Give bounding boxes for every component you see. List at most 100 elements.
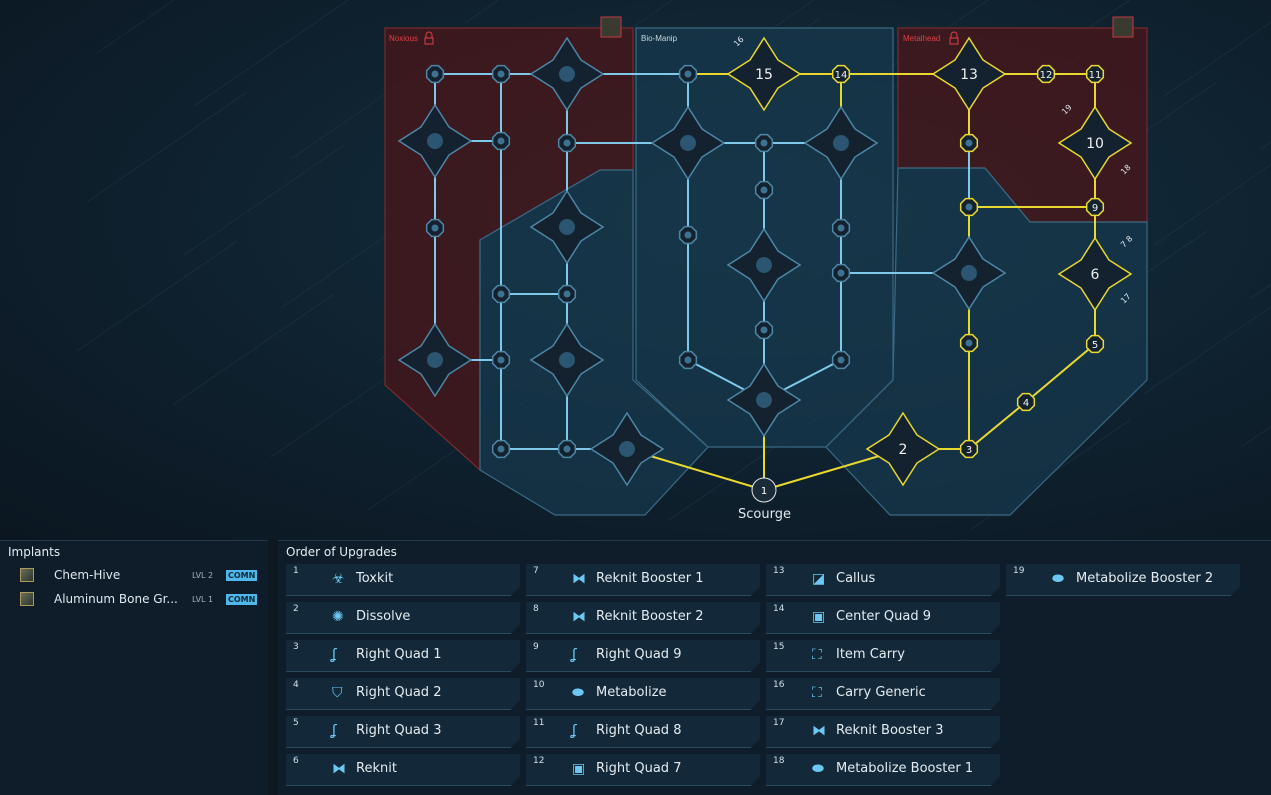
implant-slot-icon [1112,16,1134,38]
dna-icon: ⧓ [572,609,586,625]
streak [86,91,248,203]
upgrade-item[interactable]: 15 ⛶ Item Carry [766,640,1000,672]
streak [1153,164,1271,246]
upgrade-item[interactable]: 5 ʆ Right Quad 3 [286,716,520,748]
upgrade-item[interactable]: 6 ⧓ Reknit [286,754,520,786]
order-title: Order of Upgrades [286,545,397,559]
upgrade-number: 3 [293,642,299,652]
upgrade-label: Right Quad 2 [356,685,442,700]
upgrade-label: Metabolize Booster 2 [1076,571,1214,586]
implant-item[interactable]: Chem-Hive LVL 2 COMN [8,565,258,585]
upgrade-label: Right Quad 7 [596,761,682,776]
pill-icon: ⬬ [1052,571,1064,587]
upgrade-label: Right Quad 9 [596,647,682,662]
chip-icon: ▣ [572,761,586,777]
node-number: 11 [1089,70,1102,81]
upgrade-item[interactable]: 4 ⛉ Right Quad 2 [286,678,520,710]
muscle-icon: ʆ [572,647,577,663]
upgrade-item[interactable]: 7 ⧓ Reknit Booster 1 [526,564,760,596]
node-stat-icon [497,445,505,453]
upgrade-item[interactable]: 13 ◪ Callus [766,564,1000,596]
node-stat-icon [965,203,973,211]
order-panel: Order of Upgrades 1 ☣ Toxkit 2 ✺ Dissolve 3 ʆ Ri… [278,540,1271,795]
node-stat-icon [497,290,505,298]
upgrade-item[interactable]: 18 ⬬ Metabolize Booster 1 [766,754,1000,786]
upgrade-label: Right Quad 1 [356,647,442,662]
implant-item[interactable]: Aluminum Bone Gr... LVL 1 COMN [8,589,258,609]
upgrade-item[interactable]: 8 ⧓ Reknit Booster 2 [526,602,760,634]
upgrade-label: Center Quad 9 [836,609,931,624]
node-stat-icon [497,70,505,78]
streak [76,240,238,352]
implant-name: Chem-Hive [54,568,121,582]
implants-title: Implants [8,545,61,559]
upgrade-label: Reknit Booster 2 [596,609,704,624]
node-stat-icon [965,339,973,347]
node-stat-icon [837,224,845,232]
node-ability-icon [559,66,575,82]
upgrade-label: Carry Generic [836,685,926,700]
muscle-icon: ʆ [332,723,337,739]
upgrade-label: Item Carry [836,647,905,662]
upgrade-item[interactable]: 12 ▣ Right Quad 7 [526,754,760,786]
node-ability-icon [961,265,977,281]
node-stat-icon [497,356,505,364]
upgrade-label: Reknit [356,761,397,776]
upgrade-item[interactable]: 14 ▣ Center Quad 9 [766,602,1000,634]
upgrade-number: 15 [773,642,785,652]
upgrade-item[interactable]: 16 ⛶ Carry Generic [766,678,1000,710]
streak [1163,22,1271,97]
node-number: 4 [1023,398,1029,409]
implant-level: LVL 2 [192,570,214,580]
node-stat-icon [431,70,439,78]
node-stat-icon [684,231,692,239]
node-stat-icon [965,139,973,147]
upgrade-number: 2 [293,604,299,614]
implant-slot-icon [600,16,622,38]
upgrade-number: 5 [293,718,299,728]
implants-panel: Implants Chem-Hive LVL 2 COMN Aluminum Bone… [0,540,268,795]
upgrade-item[interactable]: 2 ✺ Dissolve [286,602,520,634]
upgrade-item[interactable]: 3 ʆ Right Quad 1 [286,640,520,672]
upgrade-item[interactable]: 11 ʆ Right Quad 8 [526,716,760,748]
upgrade-item[interactable]: 17 ⧓ Reknit Booster 3 [766,716,1000,748]
upgrade-number: 10 [533,680,545,690]
upgrade-label: Callus [836,571,876,586]
region-label-metalhead: Metalhead [903,34,941,43]
node-ability-icon [619,441,635,457]
node-stat-icon [497,137,505,145]
upgrade-label: Dissolve [356,609,411,624]
upgrade-number: 9 [533,642,539,652]
upgrade-number: 6 [293,756,299,766]
node-number: 12 [1040,70,1053,81]
streak [183,144,345,256]
upgrade-item[interactable]: 1 ☣ Toxkit [286,564,520,596]
upgrade-number: 14 [773,604,785,614]
upgrade-label: Reknit Booster 3 [836,723,944,738]
node-ability-icon [833,135,849,151]
upgrade-label: Right Quad 3 [356,723,442,738]
shield-arm-icon: ⛉ [332,685,343,701]
node-stat-icon [760,326,768,334]
implant-level: LVL 1 [192,594,214,604]
upgrade-label: Right Quad 8 [596,723,682,738]
upgrade-label: Metabolize [596,685,667,700]
upgrade-item[interactable]: 9 ʆ Right Quad 9 [526,640,760,672]
upgrade-label: Reknit Booster 1 [596,571,704,586]
node-number: 13 [960,67,978,83]
upgrade-item[interactable]: 19 ⬬ Metabolize Booster 2 [1006,564,1240,596]
rarity-badge: COMN [226,569,258,581]
upgrade-number: 4 [293,680,299,690]
upgrade-item[interactable]: 10 ⬬ Metabolize [526,678,760,710]
implant-name: Aluminum Bone Gr... [54,592,178,606]
muscle-icon: ʆ [332,647,337,663]
dna-icon: ⧓ [332,761,346,777]
node-stat-icon [563,290,571,298]
upgrade-label: Toxkit [356,571,394,586]
streak [1240,426,1271,448]
streak [1260,141,1271,150]
streak [96,0,175,54]
biohazard-icon: ☣ [332,571,345,587]
upgrade-number: 8 [533,604,539,614]
node-stat-icon [684,356,692,364]
